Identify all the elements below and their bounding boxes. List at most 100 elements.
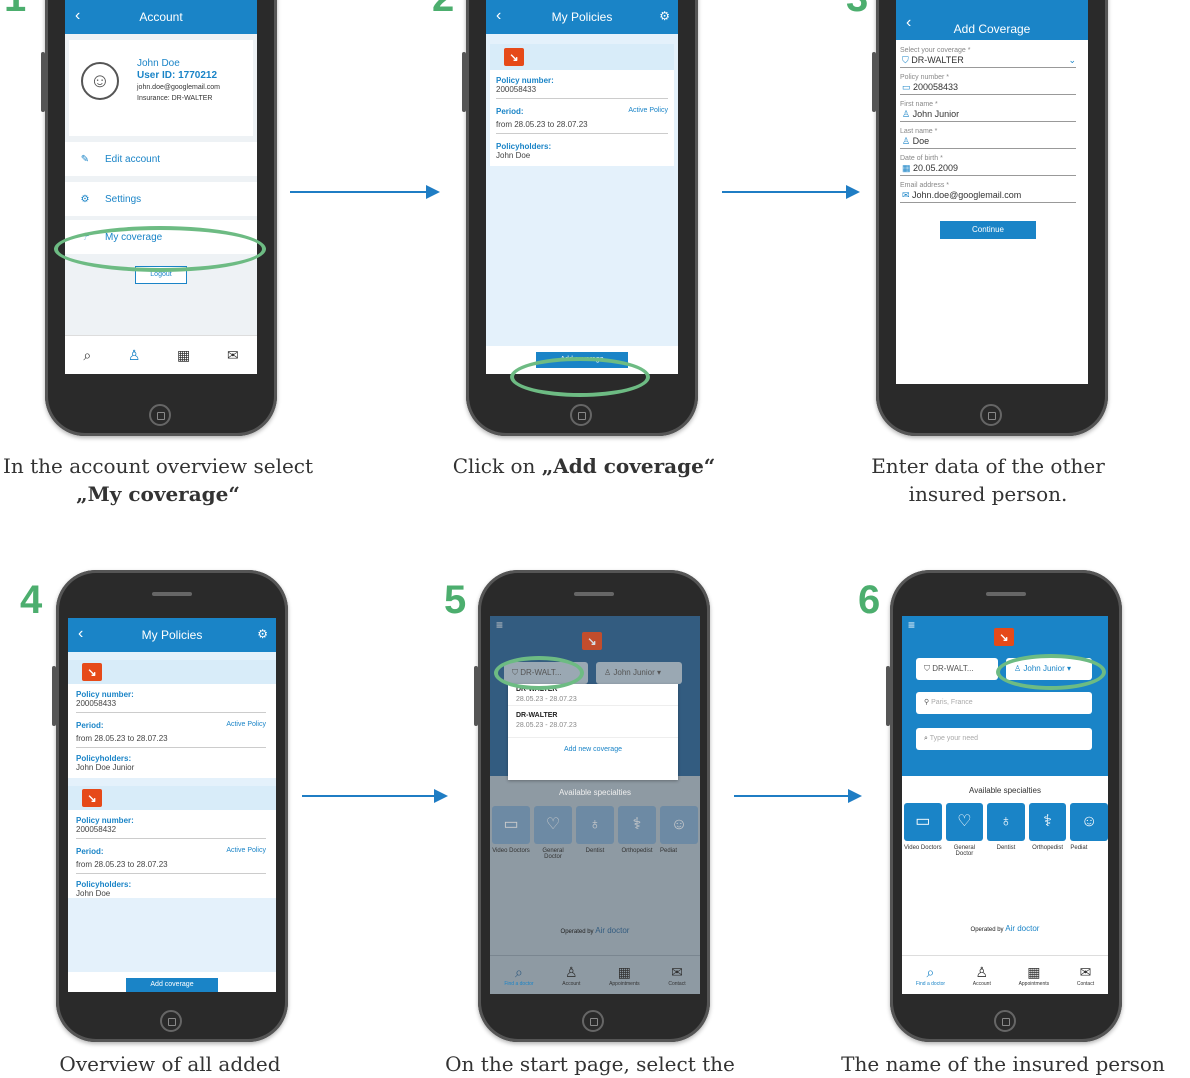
holders-label: Policyholders: [76,754,132,763]
policy-card-header: ↘ [490,44,674,70]
menu-label: Edit account [105,153,161,165]
specialties-title: Available specialties [559,788,631,797]
chevron-down-icon: ⌄ [1068,55,1076,65]
tab-find-doctor[interactable]: ⌕ Find a doctor [504,964,533,987]
specialty-video[interactable]: ▭ Video Doctors [492,806,530,860]
specialty-label: Dentist [585,848,605,854]
bone-icon: ⚕ [618,806,656,844]
specialty-orthopedist[interactable]: ⚕ Orthopedist [618,806,656,860]
specialty-pediatrician[interactable]: ☺ Pediat [660,806,698,860]
specialty-dentist[interactable]: ♁ Dentist [576,806,614,860]
highlight-ring [996,654,1106,690]
tab-account[interactable]: ♙ Account [973,964,991,987]
period-label: Period: [76,847,104,856]
menu-icon[interactable]: ≡ [908,618,915,632]
menu-icon[interactable]: ≡ [496,618,503,632]
tab-find-doctor[interactable]: ⌕ [83,347,91,364]
tab-appointments[interactable]: ▦ Appointments [1019,964,1050,987]
specialty-video[interactable]: ▭ Video Doctors [904,803,942,857]
app-logo: ↘ [582,632,602,650]
option-dates: 28.05.23 - 28.07.23 [516,722,577,729]
specialty-dentist[interactable]: ♁ Dentist [987,803,1025,857]
edit-icon: ✎ [80,153,90,165]
operated-by-text: Operated by [560,929,594,935]
location-placeholder: Paris, France [931,699,973,706]
chat-icon: ✉ [226,346,239,363]
continue-button[interactable]: Continue [940,221,1036,239]
tab-label: Contact [1076,980,1095,987]
tab-find-doctor[interactable]: ⌕ Find a doctor [916,964,945,987]
field-value: John Junior [912,109,960,119]
active-badge: Active Policy [226,721,266,728]
search-icon: ⌕ [926,963,935,980]
step-caption: Click on „Add coverage“ [420,452,748,480]
specialty-general[interactable]: ♡ General Doctor [534,806,572,860]
back-icon[interactable]: ‹ [75,7,80,25]
user-name: John Doe [137,58,180,69]
shield-icon: ⛉ [924,664,933,673]
policy-number-field[interactable]: ▭ 200058433 [900,81,1076,95]
dropdown-option[interactable]: DR-WALTER 28.05.23 - 28.07.23 [508,706,678,738]
stethoscope-icon: ♡ [945,803,984,841]
person-selector[interactable]: ♙ John Junior ▾ [596,662,682,684]
back-icon[interactable]: ‹ [906,14,911,32]
field-label: Email address * [900,182,950,189]
tab-contact[interactable]: ✉ [227,347,239,364]
settings-icon[interactable]: ⚙ [659,9,670,23]
option-dates: 28.05.23 - 28.07.23 [516,696,577,703]
coverage-select[interactable]: ⛉ DR-WALTER ⌄ [900,54,1076,68]
location-input[interactable]: ⚲ Paris, France [916,692,1092,714]
user-icon: ♙ [902,109,913,119]
specialty-pediatrician[interactable]: ☺ Pediat [1070,803,1108,857]
insurer-logo: ↘ [82,663,102,681]
home-hero: ≡ ↘ ⛉ DR-WALT... ♙ John Junior ▾ ⚲ Paris… [902,616,1108,776]
add-coverage-button[interactable]: Add coverage [126,978,218,992]
step-caption: In the account overview select „My cover… [0,452,316,508]
step-number: 2 [432,0,454,18]
holders-value: John Doe [76,889,111,898]
tab-account[interactable]: ♙ [128,347,141,364]
phone-frame: ≡ ↘ ⛉ DR-WALT... ♙ John Junior ▾ ⚲ Paris… [886,570,1122,1042]
coverage-selector[interactable]: ⛉ DR-WALT... [916,658,998,680]
tab-label: Account [972,980,991,987]
first-name-field[interactable]: ♙ John Junior [900,108,1076,122]
policy-card: ↘ Policy number: 200058433 Period: Active… [490,44,674,166]
back-icon[interactable]: ‹ [496,7,501,25]
menu-settings[interactable]: ⚙ Settings [65,182,257,216]
field-value: 200058433 [913,82,959,92]
menu-label: Settings [105,193,142,205]
settings-icon[interactable]: ⚙ [257,627,268,641]
search-icon: ⌕ [83,346,92,363]
back-icon[interactable]: ‹ [78,625,83,643]
phone-frame: ‹ Add Coverage Select your coverage * ⛉ … [872,0,1108,436]
email-field[interactable]: ✉ John.doe@googlemail.com [900,189,1076,203]
specialty-general[interactable]: ♡ General Doctor [945,803,984,857]
add-new-coverage-link[interactable]: Add new coverage [508,746,678,753]
user-id: User ID: 1770212 [137,70,218,81]
field-label: First name * [900,101,938,108]
period-label: Period: [76,721,104,730]
specialty-label: Orthopedist [1032,845,1064,851]
tab-appointments[interactable]: ▦ [177,347,190,364]
period-value: from 28.05.23 to 28.07.23 [76,860,168,869]
tab-contact[interactable]: ✉ Contact [668,964,685,987]
birthdate-field[interactable]: ▦ 20.05.2009 [900,162,1076,176]
holders-label: Policyholders: [496,142,552,151]
menu-edit-account[interactable]: ✎ Edit account [65,142,257,176]
user-icon: ♙ [975,963,989,980]
specialty-orthopedist[interactable]: ⚕ Orthopedist [1028,803,1067,857]
step-caption: Overview of all added [59,1052,281,1076]
last-name-field[interactable]: ♙ Doe [900,135,1076,149]
home-button [149,404,171,426]
policy-card: ↘ Policy number: 200058432 Period: Active… [68,786,276,898]
tab-label: Contact [668,980,686,987]
stethoscope-icon: ♡ [534,806,572,844]
tab-contact[interactable]: ✉ Contact [1077,964,1094,987]
tab-account[interactable]: ♙ Account [562,964,580,987]
period-value: from 28.05.23 to 28.07.23 [496,120,588,129]
tab-appointments[interactable]: ▦ Appointments [609,964,640,987]
users-icon: ♙ [902,136,913,146]
need-input[interactable]: ⌕ Type your need [916,728,1092,750]
active-badge: Active Policy [628,107,668,114]
step-caption: The name of the insured person [841,1052,1165,1076]
